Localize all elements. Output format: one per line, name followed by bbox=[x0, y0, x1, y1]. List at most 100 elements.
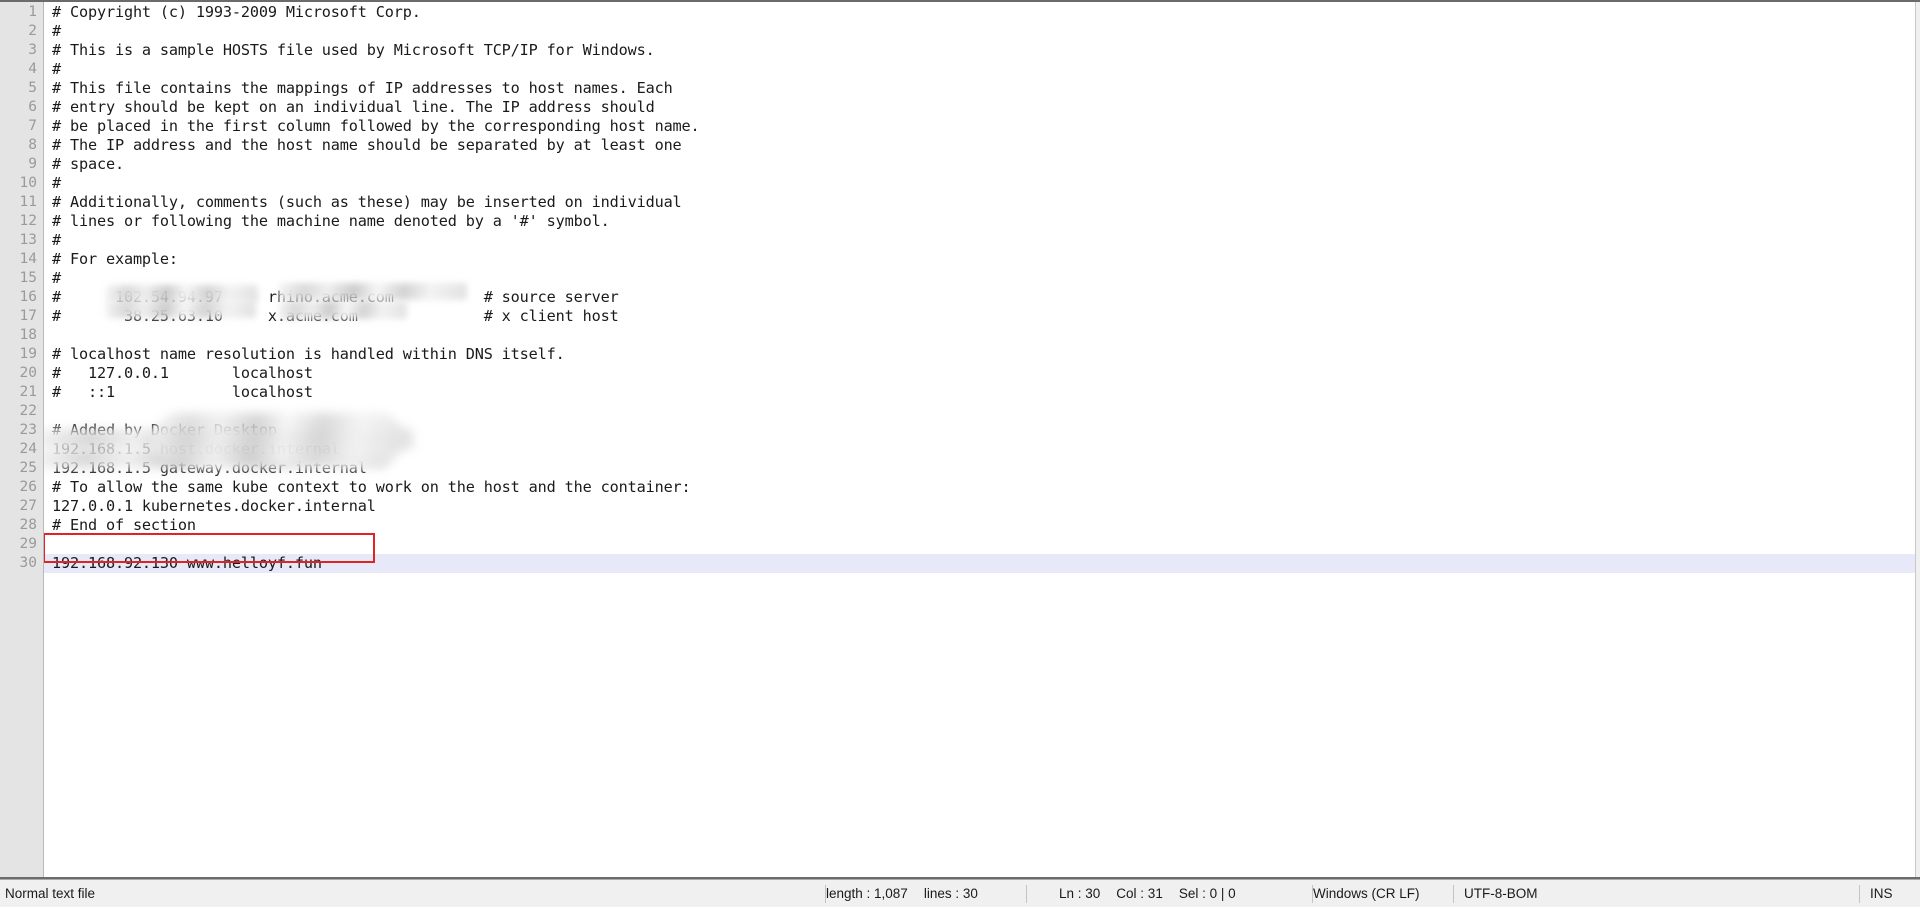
code-line[interactable]: # entry should be kept on an individual … bbox=[44, 98, 1915, 117]
code-line[interactable] bbox=[44, 326, 1915, 345]
line-number: 4 bbox=[28, 61, 37, 77]
code-line[interactable]: # Added by Docker Desktop bbox=[44, 421, 1915, 440]
line-number: 5 bbox=[28, 80, 37, 96]
line-number: 21 bbox=[19, 384, 37, 400]
code-line-text: # bbox=[52, 22, 61, 40]
code-line[interactable]: # lines or following the machine name de… bbox=[44, 212, 1915, 231]
code-line-text: # Added by Docker Desktop bbox=[52, 421, 277, 439]
code-line-text: 192.168.1.5 gateway.docker.internal bbox=[52, 459, 367, 477]
code-line[interactable]: 192.168.1.5 gateway.docker.internal bbox=[44, 459, 1915, 478]
code-line[interactable]: # bbox=[44, 269, 1915, 288]
line-number: 11 bbox=[19, 194, 37, 210]
code-line-text: # Additionally, comments (such as these)… bbox=[52, 193, 682, 211]
status-bar: Normal text file length : 1,087 lines : … bbox=[0, 879, 1920, 907]
status-sel: Sel : 0 | 0 bbox=[1178, 886, 1236, 901]
line-number: 22 bbox=[19, 403, 37, 419]
code-line[interactable]: # bbox=[44, 60, 1915, 79]
code-line[interactable]: 192.168.1.5 host.docker.internal bbox=[44, 440, 1915, 459]
status-encoding[interactable]: UTF-8-BOM bbox=[1454, 880, 1574, 908]
code-line[interactable]: # This file contains the mappings of IP … bbox=[44, 79, 1915, 98]
code-line-text: # ::1 localhost bbox=[52, 383, 313, 401]
code-line[interactable]: # space. bbox=[44, 155, 1915, 174]
status-ln: Ln : 30 bbox=[1059, 886, 1101, 901]
code-line-text: # This file contains the mappings of IP … bbox=[52, 79, 673, 97]
line-number: 27 bbox=[19, 498, 37, 514]
code-line[interactable]: # The IP address and the host name shoul… bbox=[44, 136, 1915, 155]
line-number: 2 bbox=[28, 23, 37, 39]
code-line[interactable]: 192.168.92.130 www.helloyf.fun bbox=[44, 554, 1915, 573]
line-number: 3 bbox=[28, 42, 37, 58]
code-line-text: # The IP address and the host name shoul… bbox=[52, 136, 682, 154]
line-number: 17 bbox=[19, 308, 37, 324]
code-line[interactable]: # localhost name resolution is handled w… bbox=[44, 345, 1915, 364]
line-number: 29 bbox=[19, 536, 37, 552]
line-number: 14 bbox=[19, 251, 37, 267]
code-line-text: # lines or following the machine name de… bbox=[52, 212, 610, 230]
code-line-text: # 102.54.94.97 rhino.acme.com # source s… bbox=[52, 288, 619, 306]
code-line-text: # entry should be kept on an individual … bbox=[52, 98, 655, 116]
line-number: 28 bbox=[19, 517, 37, 533]
code-line-text: # bbox=[52, 269, 61, 287]
editor-viewport[interactable]: 1 2 3 4 5 6 7 8 9 10 11 12 13 14 15 16 17 18 19 20 21 22 23 24 2… bbox=[0, 0, 1920, 879]
status-caret-position: Ln : 30 Col : 31 Sel : 0 | 0 bbox=[1027, 880, 1312, 908]
code-line-text: 127.0.0.1 kubernetes.docker.internal bbox=[52, 497, 376, 515]
line-number: 16 bbox=[19, 289, 37, 305]
code-line[interactable] bbox=[44, 402, 1915, 421]
code-line-text: # be placed in the first column followed… bbox=[52, 117, 700, 135]
line-number: 20 bbox=[19, 365, 37, 381]
code-line-text: # To allow the same kube context to work… bbox=[52, 478, 691, 496]
line-number: 12 bbox=[19, 213, 37, 229]
line-number: 6 bbox=[28, 99, 37, 115]
code-line[interactable]: # End of section bbox=[44, 516, 1915, 535]
code-line[interactable]: # 38.25.63.10 x.acme.com # x client host bbox=[44, 307, 1915, 326]
code-line[interactable] bbox=[44, 535, 1915, 554]
code-line[interactable]: # Additionally, comments (such as these)… bbox=[44, 193, 1915, 212]
line-number: 1 bbox=[28, 4, 37, 20]
code-line-text: 192.168.1.5 host.docker.internal bbox=[52, 440, 340, 458]
code-line[interactable]: # For example: bbox=[44, 250, 1915, 269]
code-line-text: # 38.25.63.10 x.acme.com # x client host bbox=[52, 307, 619, 325]
line-number: 30 bbox=[19, 555, 37, 571]
line-number: 25 bbox=[19, 460, 37, 476]
code-line[interactable]: # be placed in the first column followed… bbox=[44, 117, 1915, 136]
code-line-text: # This is a sample HOSTS file used by Mi… bbox=[52, 41, 655, 59]
code-line[interactable]: # ::1 localhost bbox=[44, 383, 1915, 402]
code-line-text: # 127.0.0.1 localhost bbox=[52, 364, 313, 382]
line-number: 18 bbox=[19, 327, 37, 343]
code-line-text: 192.168.92.130 www.helloyf.fun bbox=[52, 554, 322, 572]
line-number: 9 bbox=[28, 156, 37, 172]
code-line[interactable]: 127.0.0.1 kubernetes.docker.internal bbox=[44, 497, 1915, 516]
code-line-text: # bbox=[52, 60, 61, 78]
code-line[interactable]: # 127.0.0.1 localhost bbox=[44, 364, 1915, 383]
code-line-text: # bbox=[52, 231, 61, 249]
code-line[interactable]: # Copyright (c) 1993-2009 Microsoft Corp… bbox=[44, 3, 1915, 22]
status-insert-mode[interactable]: INS bbox=[1860, 880, 1920, 908]
status-length-lines: length : 1,087 lines : 30 bbox=[826, 880, 1026, 908]
line-number: 26 bbox=[19, 479, 37, 495]
line-number: 10 bbox=[19, 175, 37, 191]
code-line[interactable]: # bbox=[44, 174, 1915, 193]
code-line-text: # End of section bbox=[52, 516, 196, 534]
status-lines: lines : 30 bbox=[923, 886, 978, 901]
code-line-text: # Copyright (c) 1993-2009 Microsoft Corp… bbox=[52, 3, 421, 21]
code-line[interactable]: # This is a sample HOSTS file used by Mi… bbox=[44, 41, 1915, 60]
code-line[interactable]: # bbox=[44, 22, 1915, 41]
code-line-text: # bbox=[52, 174, 61, 192]
code-line[interactable]: # 102.54.94.97 rhino.acme.com # source s… bbox=[44, 288, 1915, 307]
line-number: 8 bbox=[28, 137, 37, 153]
code-line[interactable]: # To allow the same kube context to work… bbox=[44, 478, 1915, 497]
vertical-scrollbar[interactable] bbox=[1915, 2, 1920, 877]
line-number: 7 bbox=[28, 118, 37, 134]
line-number-gutter: 1 2 3 4 5 6 7 8 9 10 11 12 13 14 15 16 17 18 19 20 21 22 23 24 2… bbox=[0, 2, 44, 877]
status-col: Col : 31 bbox=[1116, 886, 1163, 901]
code-line-text: # localhost name resolution is handled w… bbox=[52, 345, 565, 363]
code-line[interactable]: # bbox=[44, 231, 1915, 250]
line-number: 15 bbox=[19, 270, 37, 286]
status-eol-format[interactable]: Windows (CR LF) bbox=[1313, 880, 1453, 908]
line-number: 13 bbox=[19, 232, 37, 248]
code-text-area[interactable]: # Copyright (c) 1993-2009 Microsoft Corp… bbox=[44, 2, 1915, 877]
code-line-text: # For example: bbox=[52, 250, 178, 268]
line-number: 23 bbox=[19, 422, 37, 438]
line-number: 24 bbox=[19, 441, 37, 457]
line-number: 19 bbox=[19, 346, 37, 362]
